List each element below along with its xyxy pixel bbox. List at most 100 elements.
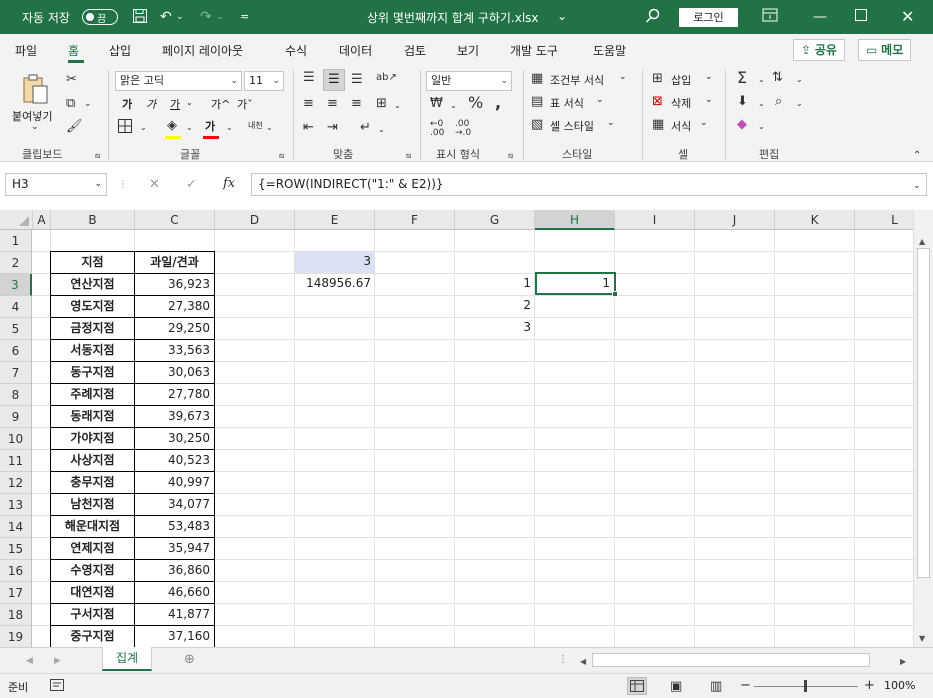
font-color-dropdown-icon[interactable]: ⌄ (226, 120, 233, 136)
table-cell-branch[interactable]: 연제지점 (50, 537, 135, 560)
row-header[interactable]: 6 (0, 340, 32, 362)
phonetic-button[interactable]: 내천 (248, 120, 263, 131)
tab-review[interactable]: 검토 (404, 42, 426, 59)
horizontal-scroll-thumb[interactable] (592, 653, 870, 667)
table-cell-value[interactable]: 33,563 (134, 339, 215, 362)
page-layout-view-icon[interactable]: ▣ (670, 679, 682, 695)
customize-toolbar-icon[interactable]: ≂ (240, 8, 249, 26)
table-cell-branch[interactable]: 주례지점 (50, 383, 135, 406)
row-header[interactable]: 15 (0, 538, 32, 560)
table-cell-value[interactable]: 30,063 (134, 361, 215, 384)
zoom-level[interactable]: 100% (884, 679, 915, 692)
table-cell-value[interactable]: 41,877 (134, 603, 215, 626)
clipboard-launcher-icon[interactable]: ⧅ (95, 148, 100, 164)
table-cell-branch[interactable]: 서동지점 (50, 339, 135, 362)
tab-file[interactable]: 파일 (15, 42, 37, 59)
sort-dropdown-icon[interactable]: ⌄ (796, 72, 803, 88)
row-header[interactable]: 11 (0, 450, 32, 472)
table-cell-value[interactable]: 30,250 (134, 427, 215, 450)
clear-dropdown-icon[interactable]: ⌄ (758, 119, 765, 135)
row-header[interactable]: 19 (0, 626, 32, 647)
chevron-down-icon[interactable]: ⌄ (705, 72, 713, 82)
add-sheet-icon[interactable]: ⊕ (184, 652, 195, 668)
orientation-icon[interactable]: ab↗ (376, 70, 397, 86)
table-cell-value[interactable]: 27,780 (134, 383, 215, 406)
formula-input[interactable]: {=ROW(INDIRECT("1:" & E2))} (251, 173, 927, 196)
fill-dropdown-icon[interactable]: ⌄ (758, 96, 765, 112)
tab-formulas[interactable]: 수식 (285, 42, 307, 59)
share-button[interactable]: ⇪ 공유 (793, 39, 845, 61)
table-header-value[interactable]: 과일/견과 (134, 251, 215, 274)
zoom-slider-thumb[interactable] (804, 680, 807, 692)
table-cell-branch[interactable]: 가야지점 (50, 427, 135, 450)
tab-help[interactable]: 도움말 (593, 42, 626, 59)
row-header[interactable]: 4 (0, 296, 32, 318)
find-select-icon[interactable]: ⌕ (775, 94, 782, 110)
table-cell-branch[interactable]: 충무지점 (50, 471, 135, 494)
sort-filter-icon[interactable]: ⇅ (772, 70, 783, 86)
next-sheet-icon[interactable]: ▶ (54, 653, 61, 669)
underline-dropdown-icon[interactable]: ⌄ (186, 98, 193, 107)
col-header-j[interactable]: J (695, 210, 775, 230)
comma-style-icon[interactable]: , (495, 95, 501, 111)
border-dropdown-icon[interactable]: ⌄ (140, 120, 147, 136)
font-name-combo[interactable]: 맑은 고딕 ⌄ (115, 71, 242, 91)
phonetic-dropdown-icon[interactable]: ⌄ (266, 120, 273, 136)
tab-developer[interactable]: 개발 도구 (510, 42, 558, 59)
align-right-icon[interactable]: ≡ (351, 96, 362, 112)
cell-g5[interactable]: 3 (455, 317, 535, 339)
table-cell-value[interactable]: 29,250 (134, 317, 215, 340)
row-header[interactable]: 8 (0, 384, 32, 406)
number-launcher-icon[interactable]: ⧅ (508, 148, 513, 164)
table-cell-branch[interactable]: 동구지점 (50, 361, 135, 384)
fill-icon[interactable]: ⬇ (737, 94, 748, 110)
format-cells-button[interactable]: 서식 (671, 118, 691, 134)
delete-cells-button[interactable]: 삭제 (671, 95, 691, 111)
tab-page-layout[interactable]: 페이지 레이아웃 (162, 42, 243, 59)
cell-g3[interactable]: 1 (455, 273, 535, 295)
close-icon[interactable]: ✕ (901, 8, 914, 26)
col-header-g[interactable]: G (455, 210, 535, 230)
fill-color-dropdown-icon[interactable]: ⌄ (186, 120, 193, 136)
conditional-formatting-icon[interactable]: ▦ (531, 71, 543, 87)
col-header-i[interactable]: I (615, 210, 695, 230)
grow-font-button[interactable]: 가^ (211, 96, 230, 112)
row-header[interactable]: 14 (0, 516, 32, 538)
row-header[interactable]: 18 (0, 604, 32, 626)
row-header[interactable]: 9 (0, 406, 32, 428)
cell-e2[interactable]: 3 (295, 251, 375, 273)
scroll-thumb[interactable] (917, 248, 930, 578)
table-cell-value[interactable]: 36,860 (134, 559, 215, 582)
tab-data[interactable]: 데이터 (339, 42, 372, 59)
align-left-icon[interactable]: ≡ (303, 96, 314, 112)
wrap-dropdown-icon[interactable]: ⌄ (378, 122, 385, 138)
table-cell-branch[interactable]: 영도지점 (50, 295, 135, 318)
accounting-format-icon[interactable]: ₩ (430, 96, 443, 112)
decrease-indent-icon[interactable]: ⇤ (303, 120, 314, 136)
merge-center-icon[interactable]: ⊞ (376, 96, 387, 112)
row-header[interactable]: 16 (0, 560, 32, 582)
tab-split-handle-icon[interactable]: ⋮ (558, 652, 568, 668)
scroll-left-icon[interactable]: ◀ (580, 654, 586, 670)
login-button[interactable]: 로그인 (679, 8, 738, 27)
format-cells-icon[interactable]: ▦ (652, 117, 664, 133)
table-cell-value[interactable]: 35,947 (134, 537, 215, 560)
prev-sheet-icon[interactable]: ◀ (26, 653, 33, 669)
row-header[interactable]: 2 (0, 252, 32, 274)
vertical-scrollbar[interactable]: ▲ ▼ (913, 210, 933, 647)
save-icon[interactable] (132, 8, 148, 29)
ribbon-display-options-icon[interactable] (762, 8, 778, 27)
chevron-down-icon[interactable]: ⌄ (700, 118, 708, 128)
fill-color-icon[interactable]: ◈ (167, 118, 177, 134)
tab-insert[interactable]: 삽입 (109, 42, 131, 59)
clear-icon[interactable]: ◆ (737, 117, 747, 133)
select-all-corner[interactable] (0, 210, 33, 230)
copy-dropdown-icon[interactable]: ⌄ (84, 96, 92, 112)
tab-home[interactable]: 홈 (68, 42, 79, 59)
chevron-down-icon[interactable]: ⌄ (619, 72, 627, 82)
insert-cells-button[interactable]: 삽입 (671, 72, 691, 88)
row-header[interactable]: 1 (0, 230, 32, 252)
accounting-dropdown-icon[interactable]: ⌄ (450, 98, 457, 114)
table-cell-branch[interactable]: 구서지점 (50, 603, 135, 626)
file-name-dropdown-icon[interactable]: ⌄ (557, 9, 567, 23)
